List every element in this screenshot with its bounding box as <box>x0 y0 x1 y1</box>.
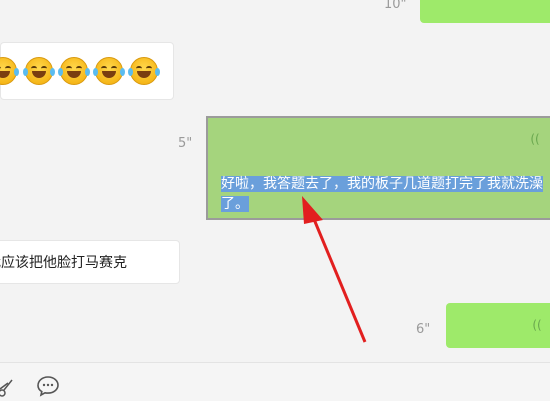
red-arrow-annotation <box>302 196 367 343</box>
scissors-icon[interactable] <box>0 377 18 399</box>
comment-icon[interactable] <box>36 374 60 398</box>
chat-area: 10" 5" (( 好啦，我答题去了，我的板子几道题打完了我就洗澡了。 我应该把… <box>0 0 550 362</box>
message-input-toolbar <box>0 362 550 401</box>
